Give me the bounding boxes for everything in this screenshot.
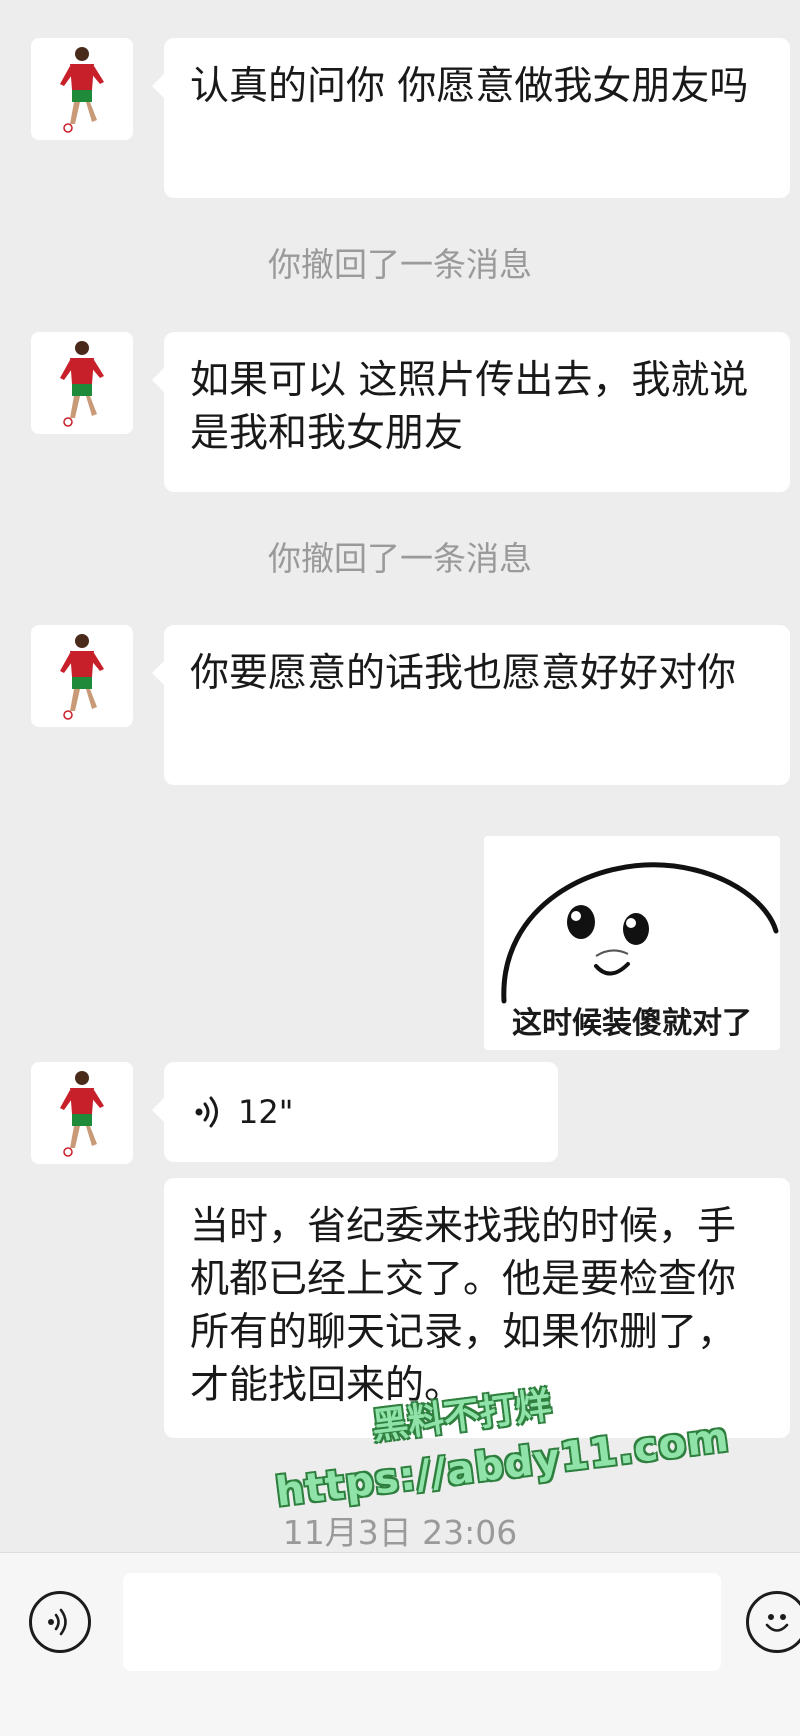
message-text: 你要愿意的话我也愿意好好对你	[190, 651, 737, 696]
timestamp: 11月3日 23:06	[282, 1513, 518, 1552]
avatar[interactable]	[31, 1062, 133, 1164]
emoji-icon	[765, 1614, 789, 1632]
avatar[interactable]	[31, 38, 133, 140]
recall-notice: 你撤回了一条消息	[268, 539, 532, 578]
message-text: 如果可以 这照片传出去，我就说是我和我女朋友	[190, 358, 749, 456]
message-bubble[interactable]: 认真的问你 你愿意做我女朋友吗	[152, 38, 790, 198]
recall-notice: 你撤回了一条消息	[268, 245, 532, 284]
voice-icon	[48, 1608, 67, 1636]
voice-message-bubble[interactable]: 12"	[152, 1062, 558, 1162]
avatar[interactable]	[31, 332, 133, 434]
voice-input-button[interactable]	[29, 1591, 91, 1653]
voice-wave-icon	[195, 1096, 218, 1128]
footballer-avatar-icon	[60, 634, 104, 720]
voice-duration: 12"	[238, 1092, 294, 1131]
emoji-button[interactable]	[746, 1591, 800, 1653]
sticker-caption: 这时候装傻就对了	[512, 1006, 752, 1041]
sticker-image[interactable]: 这时候装傻就对了	[484, 836, 780, 1050]
message-text: 当时，省纪委来找我的时候，手机都已经上交了。他是要检查你所有的聊天记录，如果你删…	[190, 1204, 737, 1408]
footballer-avatar-icon	[60, 47, 104, 133]
message-input[interactable]	[123, 1573, 721, 1671]
message-text: 认真的问你 你愿意做我女朋友吗	[190, 64, 749, 109]
footballer-avatar-icon	[60, 341, 104, 427]
message-bubble[interactable]: 如果可以 这照片传出去，我就说是我和我女朋友	[152, 332, 790, 492]
footballer-avatar-icon	[60, 1071, 104, 1157]
message-bubble[interactable]: 你要愿意的话我也愿意好好对你	[152, 625, 790, 785]
chat-input-bar	[0, 1552, 800, 1736]
avatar[interactable]	[31, 625, 133, 727]
